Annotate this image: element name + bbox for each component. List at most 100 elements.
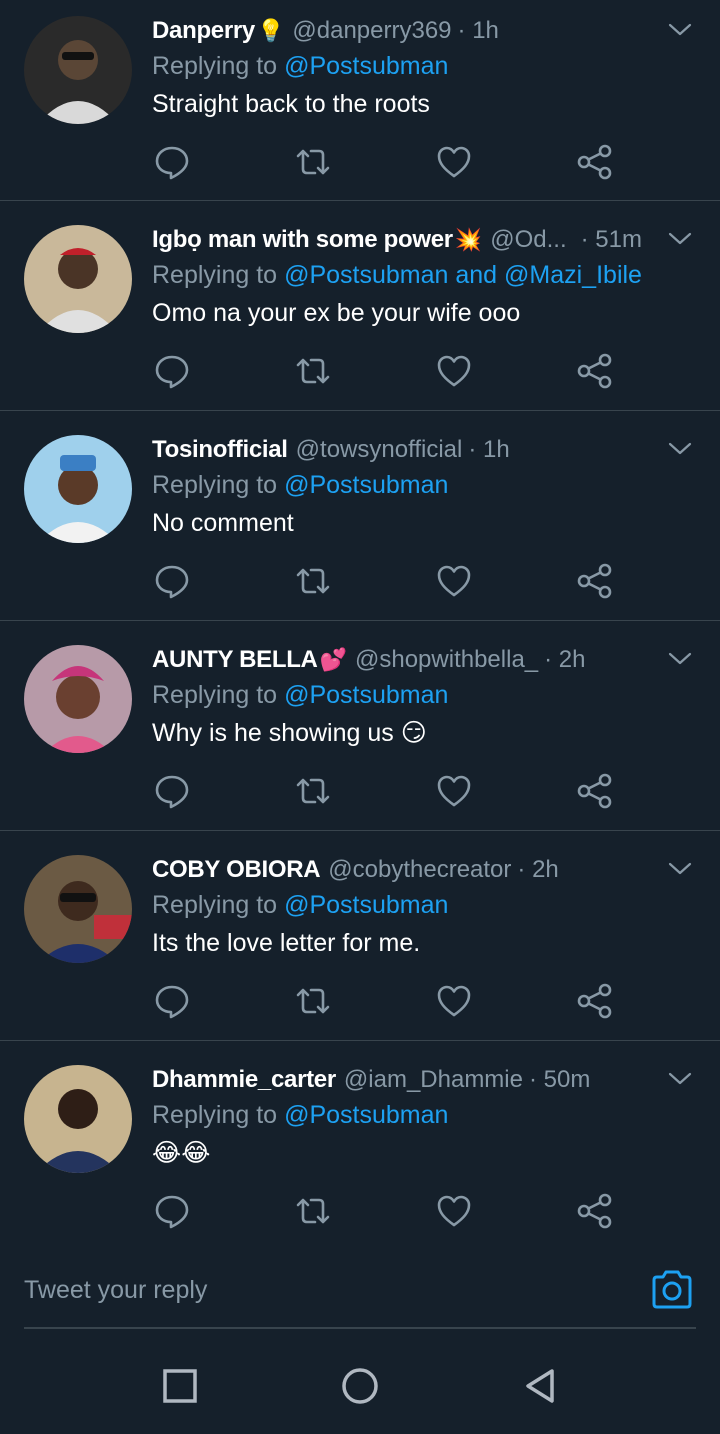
replying-to: Replying to @Postsubman — [152, 467, 720, 503]
user-handle[interactable]: @danperry369 — [292, 17, 451, 45]
display-name[interactable]: AUNTY BELLA — [152, 646, 318, 674]
retweet-button[interactable] — [293, 1191, 333, 1231]
like-button[interactable] — [434, 142, 474, 182]
retweet-button[interactable] — [293, 981, 333, 1021]
back-triangle-icon — [526, 1369, 554, 1403]
user-handle[interactable]: @Od... — [490, 226, 566, 254]
display-name[interactable]: Tosinofficial — [152, 436, 288, 464]
name-emoji: 💥 — [454, 227, 483, 252]
retweet-button[interactable] — [293, 561, 333, 601]
avatar[interactable] — [24, 855, 132, 963]
display-name[interactable]: COBY OBIORA — [152, 856, 321, 884]
tweet-header: COBY OBIORA @cobythecreator · 2h — [152, 853, 652, 887]
reply-icon — [155, 1195, 189, 1229]
user-handle[interactable]: @iam_Dhammie — [344, 1066, 523, 1094]
tweet-actions — [152, 1191, 622, 1231]
reply-button[interactable] — [152, 771, 192, 811]
chevron-down-icon[interactable] — [668, 647, 692, 671]
user-handle[interactable]: @cobythecreator — [328, 856, 511, 884]
heart-icon — [437, 1195, 471, 1227]
display-name[interactable]: Dhammie_carter — [152, 1066, 336, 1094]
reply-button[interactable] — [152, 561, 192, 601]
user-handle[interactable]: @towsynofficial — [296, 436, 463, 464]
retweet-icon — [296, 1198, 330, 1224]
share-icon — [577, 144, 612, 180]
share-button[interactable] — [575, 142, 615, 182]
tweet-actions — [152, 771, 622, 811]
share-button[interactable] — [575, 981, 615, 1021]
reply-tweet[interactable]: Tosinofficial @towsynofficial · 1h Reply… — [0, 411, 720, 621]
like-button[interactable] — [434, 771, 474, 811]
back-button[interactable] — [520, 1366, 560, 1406]
tweet-header: Tosinofficial @towsynofficial · 1h — [152, 433, 652, 467]
home-button[interactable] — [340, 1366, 380, 1406]
chevron-down-icon[interactable] — [668, 227, 692, 251]
reply-tweet[interactable]: Dhammie_carter @iam_Dhammie · 50m Replyi… — [0, 1041, 720, 1251]
tweet-body: Igbọ man with some power 💥 @Od... · 51m … — [152, 223, 720, 333]
display-name[interactable]: Danperry — [152, 17, 255, 45]
retweet-button[interactable] — [293, 771, 333, 811]
name-emoji: 💕 — [319, 647, 347, 672]
reply-icon — [155, 355, 189, 389]
chevron-down-icon[interactable] — [668, 437, 692, 461]
like-button[interactable] — [434, 981, 474, 1021]
reply-tweet[interactable]: Igbọ man with some power 💥 @Od... · 51m … — [0, 201, 720, 411]
camera-icon[interactable] — [650, 1270, 694, 1310]
reply-button[interactable] — [152, 1191, 192, 1231]
heart-icon — [437, 146, 471, 178]
reply-input[interactable]: Tweet your reply — [24, 1270, 584, 1310]
retweet-button[interactable] — [293, 142, 333, 182]
display-name[interactable]: Igbọ man with some power — [152, 226, 453, 254]
replying-to-label: Replying to — [152, 51, 278, 80]
tweet-header: Dhammie_carter @iam_Dhammie · 50m — [152, 1063, 652, 1097]
user-handle[interactable]: @shopwithbella_ — [355, 646, 538, 674]
recents-button[interactable] — [160, 1366, 200, 1406]
avatar[interactable] — [24, 225, 132, 333]
share-button[interactable] — [575, 1191, 615, 1231]
like-button[interactable] — [434, 561, 474, 601]
share-button[interactable] — [575, 771, 615, 811]
replying-to-label: Replying to — [152, 890, 278, 919]
chevron-down-icon[interactable] — [668, 857, 692, 881]
avatar[interactable] — [24, 16, 132, 124]
replying-to-label: Replying to — [152, 470, 278, 499]
timestamp: · 50m — [528, 1066, 591, 1093]
share-icon — [577, 1193, 612, 1229]
replying-to-mentions[interactable]: @Postsubman — [284, 52, 448, 81]
replying-to-mentions[interactable]: @Postsubman and @Mazi_Ibile — [284, 261, 642, 290]
reply-tweet[interactable]: COBY OBIORA @cobythecreator · 2h Replyin… — [0, 831, 720, 1041]
retweet-icon — [296, 778, 330, 804]
tweet-header: Danperry 💡 @danperry369 · 1h — [152, 14, 652, 48]
like-button[interactable] — [434, 1191, 474, 1231]
avatar[interactable] — [24, 1065, 132, 1173]
system-navigation-bar — [0, 1338, 720, 1434]
replying-to-label: Replying to — [152, 1100, 278, 1129]
replying-to-mentions[interactable]: @Postsubman — [284, 681, 448, 710]
chevron-down-icon[interactable] — [668, 18, 692, 42]
replying-to: Replying to @Postsubman — [152, 677, 720, 713]
tweet-text: Why is he showing us 😏 — [152, 719, 427, 747]
replying-to-label: Replying to — [152, 680, 278, 709]
share-icon — [577, 353, 612, 389]
reply-tweet[interactable]: Danperry 💡 @danperry369 · 1h Replying to… — [0, 0, 720, 201]
reply-tweet[interactable]: AUNTY BELLA 💕 @shopwithbella_ · 2h Reply… — [0, 621, 720, 831]
share-button[interactable] — [575, 561, 615, 601]
recents-square-icon — [163, 1369, 197, 1403]
replying-to-mentions[interactable]: @Postsubman — [284, 1101, 448, 1130]
retweet-button[interactable] — [293, 351, 333, 391]
replying-to-mentions[interactable]: @Postsubman — [284, 471, 448, 500]
reply-button[interactable] — [152, 981, 192, 1021]
tweet-body: Dhammie_carter @iam_Dhammie · 50m Replyi… — [152, 1063, 720, 1173]
reply-button[interactable] — [152, 142, 192, 182]
share-button[interactable] — [575, 351, 615, 391]
replying-to: Replying to @Postsubman — [152, 1097, 720, 1133]
chevron-down-icon[interactable] — [668, 1067, 692, 1091]
reply-button[interactable] — [152, 351, 192, 391]
tweet-text: No comment — [152, 508, 294, 537]
avatar[interactable] — [24, 435, 132, 543]
replying-to-mentions[interactable]: @Postsubman — [284, 891, 448, 920]
composer-underline — [24, 1327, 696, 1329]
replying-to: Replying to @Postsubman — [152, 887, 720, 923]
avatar[interactable] — [24, 645, 132, 753]
like-button[interactable] — [434, 351, 474, 391]
